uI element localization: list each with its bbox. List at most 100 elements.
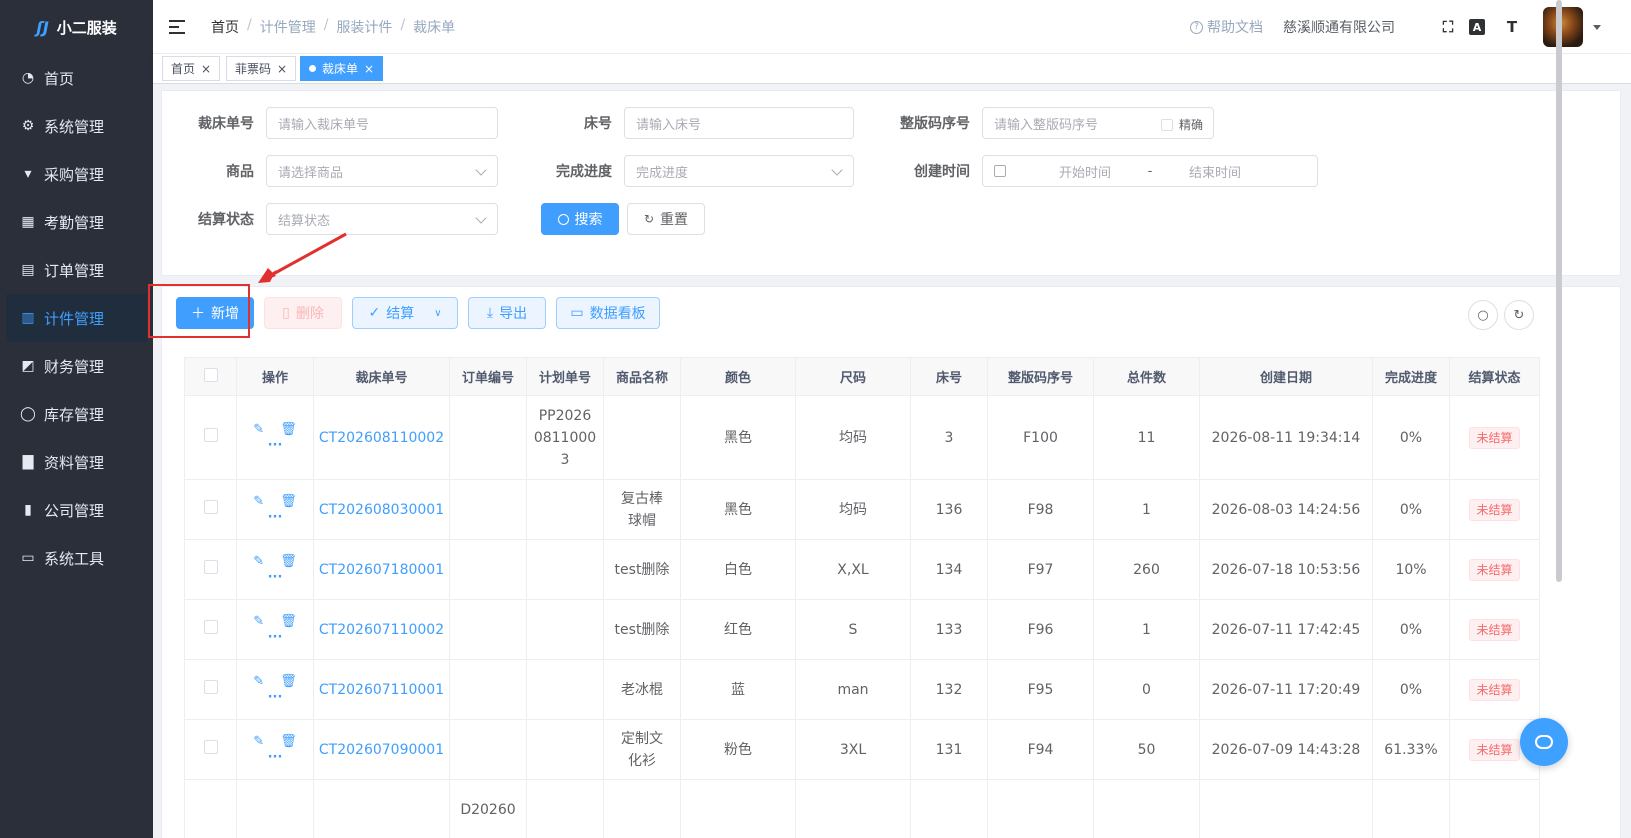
page-scrollbar[interactable] — [1556, 0, 1562, 582]
cell-color: 粉色 — [680, 719, 796, 780]
cell-total — [1093, 779, 1200, 838]
cell-goods — [603, 395, 681, 480]
cell-plan — [526, 779, 604, 838]
tags-view: 首页 × 菲票码 × 裁床单 × — [153, 54, 1631, 84]
cell-date: 2026-07-09 14:43:28 — [1199, 719, 1373, 780]
chevron-down-icon[interactable] — [1593, 24, 1601, 30]
cell-size: X,XL — [795, 539, 911, 600]
document-icon: ▇ — [22, 454, 34, 470]
breadcrumb-item[interactable]: 首页 — [211, 17, 239, 37]
delete-button[interactable]: ▯ 删除 — [264, 297, 342, 329]
cell-no[interactable] — [313, 779, 450, 838]
date-range-picker[interactable]: 开始时间 - 结束时间 — [982, 155, 1318, 187]
trash-icon[interactable]: 🗑 — [280, 554, 297, 570]
app-logo[interactable]: ʃJ 小二服装 — [0, 0, 153, 54]
row-checkbox[interactable] — [184, 779, 237, 838]
cell-no[interactable]: CT202607110001 — [313, 659, 450, 720]
sidebar-item-7[interactable]: ◯ 库存管理 — [0, 390, 153, 438]
edit-icon[interactable]: ✎ — [253, 614, 264, 630]
column-header: 商品名称 — [603, 357, 681, 396]
cell-code: F96 — [987, 599, 1094, 660]
edit-icon[interactable]: ✎ — [253, 734, 264, 750]
column-header: 创建日期 — [1199, 357, 1373, 396]
bed-no-input[interactable]: 请输入床号 — [624, 107, 854, 139]
tag-home[interactable]: 首页 × — [162, 56, 221, 81]
sidebar-item-8[interactable]: ▇ 资料管理 — [0, 438, 153, 486]
column-header: 总件数 — [1093, 357, 1200, 396]
close-icon[interactable]: × — [364, 62, 374, 76]
tag-cut-order[interactable]: 裁床单 × — [300, 56, 384, 81]
grid-icon: ▦ — [21, 214, 35, 230]
cell-color: 白色 — [680, 539, 796, 600]
avatar[interactable] — [1543, 7, 1583, 47]
goods-select[interactable]: 请选择商品 — [266, 155, 498, 187]
chat-button[interactable] — [1520, 718, 1568, 766]
more-icon[interactable]: ··· — [268, 438, 283, 454]
toolbox-icon: ▭ — [21, 550, 35, 566]
table-row: ✎ 🗑 ··· CT202607110001 老冰棍蓝 man 132 F95 0 2026-07… — [184, 659, 1540, 720]
more-icon[interactable]: ··· — [268, 690, 283, 706]
search-toggle-icon[interactable]: ○ — [1468, 300, 1498, 330]
settle-button[interactable]: ✓ 结算 ∨ — [352, 297, 458, 329]
fullscreen-icon[interactable]: ⛶ — [1437, 16, 1459, 38]
progress-select[interactable]: 完成进度 — [624, 155, 854, 187]
cell-status: 未结算 — [1449, 539, 1540, 600]
row-checkbox[interactable] — [184, 719, 237, 780]
sidebar-menu: ◔ 首页 ⚙ 系统管理 ▾ 采购管理 ▦ 考勤管理 ▤ 订单管理 ▥ 计件管理 ◩ 财务管理 ◯ 库存管理 ▇ 资… — [0, 54, 153, 582]
sidebar-item-9[interactable]: ▮ 公司管理 — [0, 486, 153, 534]
select-all-checkbox[interactable] — [184, 357, 237, 396]
sidebar-item-5[interactable]: ▥ 计件管理 — [6, 294, 147, 342]
close-icon[interactable]: × — [277, 62, 287, 76]
tag-fei-code[interactable]: 菲票码 × — [226, 56, 297, 81]
row-checkbox[interactable] — [184, 599, 237, 660]
row-checkbox[interactable] — [184, 479, 237, 540]
sidebar-item-0[interactable]: ◔ 首页 — [0, 54, 153, 102]
help-docs-link[interactable]: ? 帮助文档 — [1190, 17, 1263, 37]
text-size-icon[interactable]: T — [1501, 16, 1523, 38]
sidebar-item-6[interactable]: ◩ 财务管理 — [0, 342, 153, 390]
trash-icon[interactable]: 🗑 — [280, 494, 297, 510]
cell-no[interactable]: CT202607110002 — [313, 599, 450, 660]
cut-no-input[interactable]: 请输入裁床单号 — [266, 107, 498, 139]
edit-icon[interactable]: ✎ — [253, 494, 264, 510]
exact-checkbox[interactable]: 精确 — [1160, 116, 1203, 133]
row-checkbox[interactable] — [184, 539, 237, 600]
cell-bed: 132 — [910, 659, 988, 720]
more-icon[interactable]: ··· — [268, 630, 283, 646]
cell-order: D20260 — [449, 779, 527, 838]
more-icon[interactable]: ··· — [268, 750, 283, 766]
sidebar-item-1[interactable]: ⚙ 系统管理 — [0, 102, 153, 150]
reset-button[interactable]: ↻ 重置 — [627, 203, 705, 235]
sidebar-item-4[interactable]: ▤ 订单管理 — [0, 246, 153, 294]
export-button[interactable]: ⤓ 导出 — [468, 297, 546, 329]
trash-icon[interactable]: 🗑 — [280, 674, 297, 690]
cell-no[interactable]: CT202608030001 — [313, 479, 450, 540]
sidebar-item-3[interactable]: ▦ 考勤管理 — [0, 198, 153, 246]
cut-order-table: 操作 裁床单号 订单编号 计划单号 商品名称 颜色 尺码 床号 整版码序号 总件数 创建日期 完成进度… — [184, 357, 1540, 838]
row-checkbox[interactable] — [184, 395, 237, 480]
search-button[interactable]: 搜索 — [541, 203, 619, 235]
trash-icon[interactable]: 🗑 — [280, 614, 297, 630]
sidebar-item-2[interactable]: ▾ 采购管理 — [0, 150, 153, 198]
font-size-icon[interactable]: A — [1469, 19, 1485, 35]
cell-no[interactable]: CT202607180001 — [313, 539, 450, 600]
trash-icon[interactable]: 🗑 — [280, 422, 297, 438]
trash-icon[interactable]: 🗑 — [280, 734, 297, 750]
close-icon[interactable]: × — [201, 62, 211, 76]
hamburger-icon[interactable] — [169, 19, 189, 35]
more-icon[interactable]: ··· — [268, 510, 283, 526]
cell-no[interactable]: CT202607090001 — [313, 719, 450, 780]
cell-bed: 3 — [910, 395, 988, 480]
more-icon[interactable]: ··· — [268, 570, 283, 586]
data-board-button[interactable]: ▭ 数据看板 — [556, 297, 660, 329]
cell-no[interactable]: CT202608110002 — [313, 395, 450, 480]
refresh-icon[interactable]: ↻ — [1504, 300, 1534, 330]
sidebar-item-label: 订单管理 — [44, 261, 105, 280]
edit-icon[interactable]: ✎ — [253, 422, 264, 438]
sidebar-item-10[interactable]: ▭ 系统工具 — [0, 534, 153, 582]
edit-icon[interactable]: ✎ — [253, 554, 264, 570]
column-header: 床号 — [910, 357, 988, 396]
row-checkbox[interactable] — [184, 659, 237, 720]
code-input[interactable]: 请输入整版码序号 精确 — [982, 107, 1214, 139]
edit-icon[interactable]: ✎ — [253, 674, 264, 690]
